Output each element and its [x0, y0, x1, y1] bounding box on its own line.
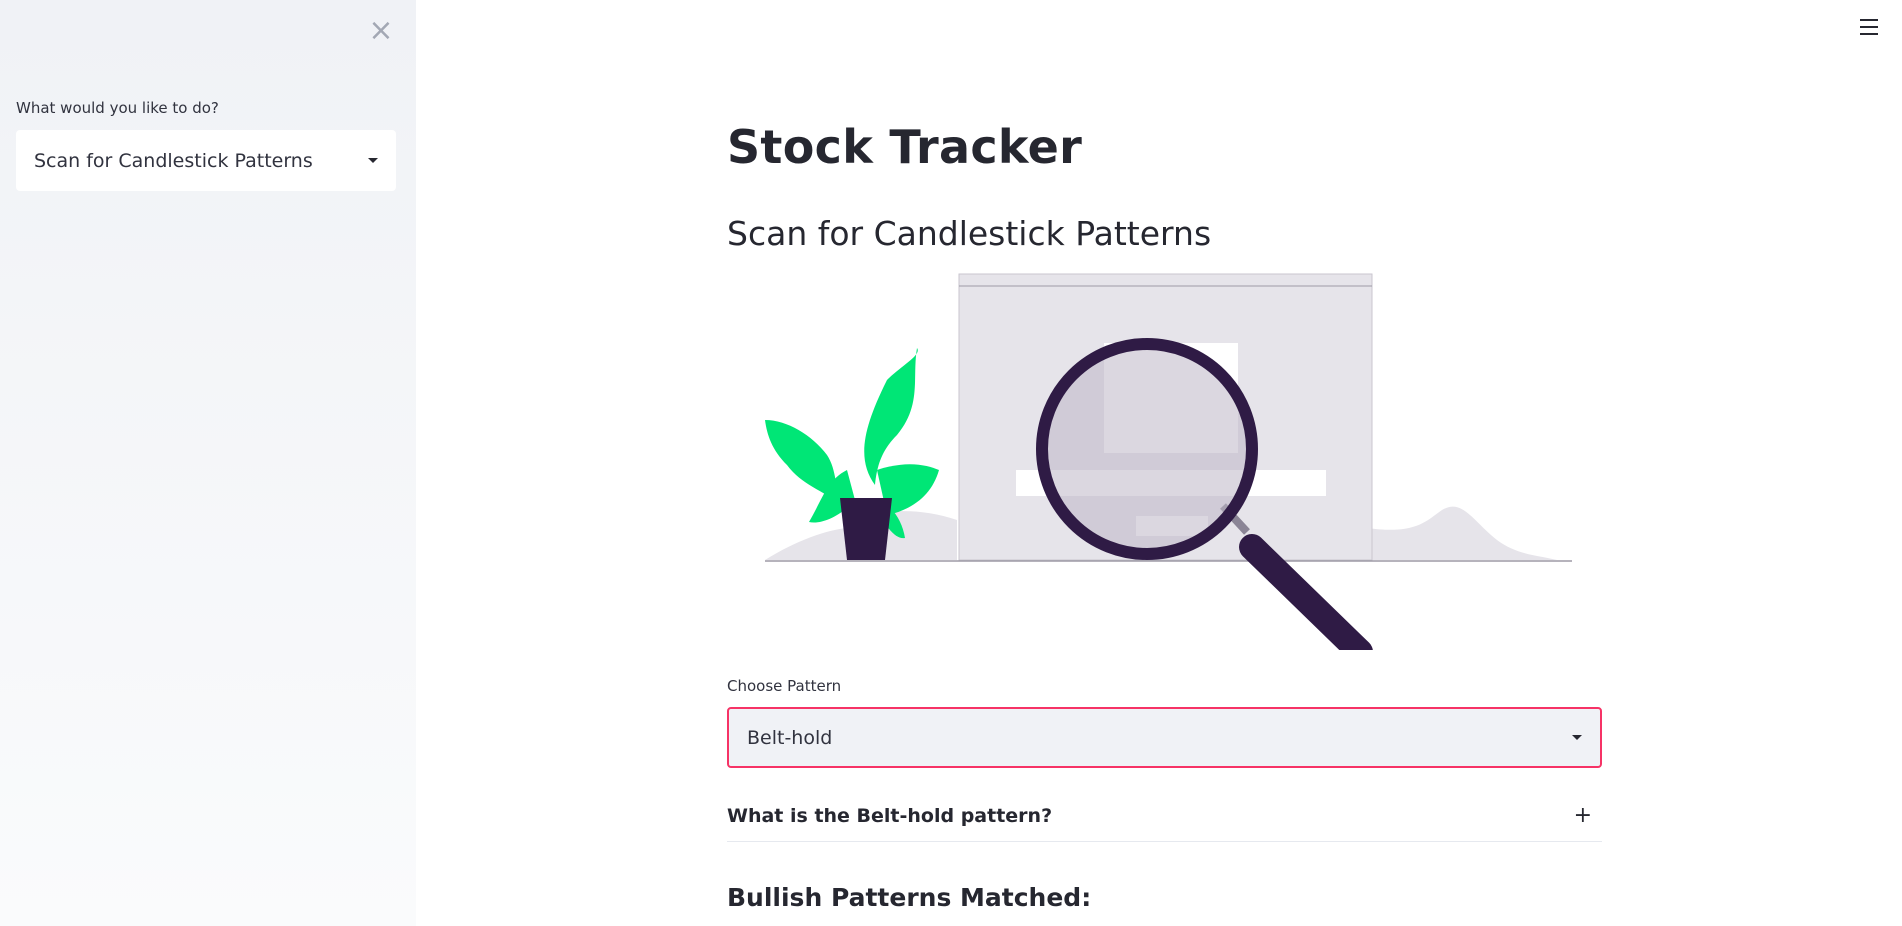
page-subtitle: Scan for Candlestick Patterns	[727, 214, 1212, 253]
plus-icon[interactable]: +	[1574, 804, 1592, 827]
chevron-down-icon	[368, 158, 378, 163]
bullish-patterns-heading: Bullish Patterns Matched:	[727, 883, 1092, 912]
search-illustration	[765, 273, 1572, 650]
chevron-down-icon	[1572, 735, 1582, 740]
page-title: Stock Tracker	[727, 120, 1083, 174]
sidebar: × What would you like to do? Scan for Ca…	[0, 0, 416, 926]
close-sidebar-icon[interactable]: ×	[368, 16, 394, 46]
pattern-select-label: Choose Pattern	[727, 677, 842, 695]
background-hill-right	[1367, 506, 1557, 560]
action-select-label: What would you like to do?	[16, 99, 219, 117]
hamburger-line	[1860, 26, 1878, 28]
action-select-value: Scan for Candlestick Patterns	[34, 149, 313, 172]
expander-title: What is the Belt-hold pattern?	[727, 804, 1053, 827]
hamburger-line	[1860, 33, 1878, 35]
hamburger-line	[1860, 19, 1878, 21]
hamburger-menu-icon[interactable]	[1860, 17, 1882, 37]
pattern-select-value: Belt-hold	[747, 726, 833, 749]
pattern-select[interactable]: Belt-hold	[727, 707, 1602, 768]
pattern-info-expander[interactable]: What is the Belt-hold pattern? +	[727, 790, 1602, 842]
plant-pot	[840, 498, 892, 560]
action-select[interactable]: Scan for Candlestick Patterns	[16, 130, 396, 191]
